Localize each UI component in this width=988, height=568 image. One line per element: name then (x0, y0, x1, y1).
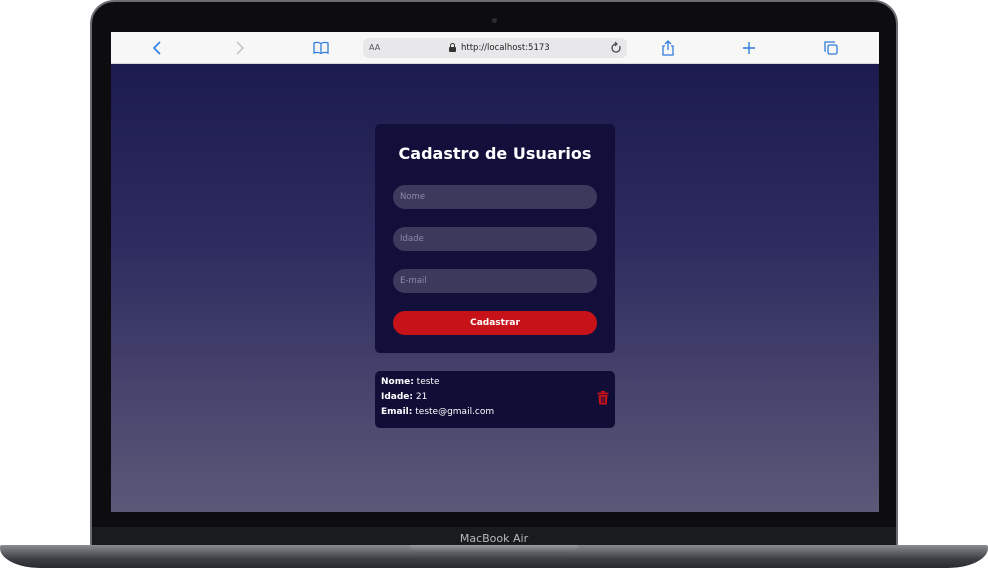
device-label: MacBook Air (459, 532, 529, 545)
bookmarks-icon[interactable] (311, 38, 331, 58)
reload-icon[interactable] (610, 38, 622, 58)
screen: AA http://localhost:5173 Cadastro de Usu… (111, 32, 879, 512)
tabs-icon[interactable] (821, 38, 841, 58)
register-form: Cadastro de Usuarios Cadastrar (375, 124, 615, 353)
page-content: Cadastro de Usuarios Cadastrar Nome: tes… (111, 64, 879, 512)
user-age-line: Idade: 21 (381, 392, 427, 402)
name-label: Nome: (381, 377, 414, 387)
register-button[interactable]: Cadastrar (393, 311, 597, 335)
share-icon[interactable] (658, 38, 678, 58)
browser-toolbar: AA http://localhost:5173 (111, 32, 879, 64)
user-age: 21 (415, 392, 428, 402)
user-email: teste@gmail.com (415, 407, 495, 417)
user-email-line: Email: teste@gmail.com (381, 407, 494, 417)
address-bar[interactable]: AA http://localhost:5173 (363, 38, 627, 58)
user-name: teste (416, 377, 440, 387)
screen-bezel: MacBook Air (92, 527, 896, 546)
laptop-notch (410, 545, 578, 553)
trash-icon[interactable] (597, 390, 609, 405)
reader-button[interactable]: AA (369, 38, 380, 58)
name-input[interactable] (393, 185, 597, 209)
url-text: http://localhost:5173 (461, 43, 550, 53)
form-title: Cadastro de Usuarios (398, 144, 592, 163)
email-input[interactable] (393, 269, 597, 293)
age-input[interactable] (393, 227, 597, 251)
new-tab-icon[interactable] (739, 38, 759, 58)
user-name-line: Nome: teste (381, 377, 440, 387)
age-label: Idade: (381, 392, 414, 402)
back-icon[interactable] (148, 38, 168, 58)
user-card: Nome: teste Idade: 21 Email: teste@gmail… (375, 371, 615, 428)
forward-icon[interactable] (229, 38, 249, 58)
email-label: Email: (381, 407, 413, 417)
camera (492, 18, 497, 23)
lock-icon (449, 43, 456, 52)
